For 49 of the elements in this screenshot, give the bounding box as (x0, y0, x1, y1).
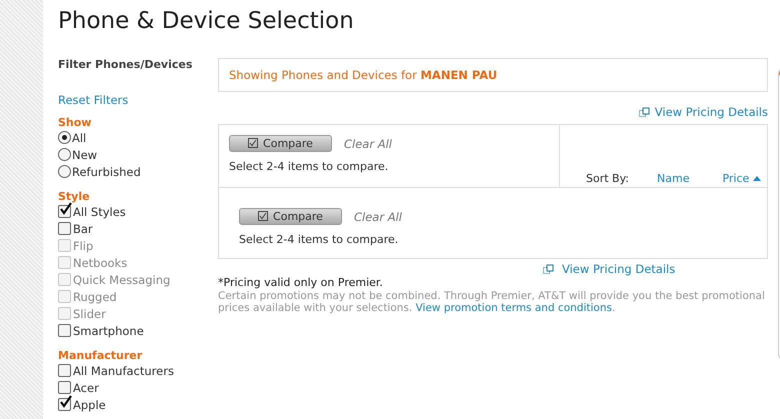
filter-option-label: Refurbished (72, 164, 141, 178)
popup-icon (543, 264, 554, 274)
sort-label: Sort By: (586, 172, 630, 185)
popup-icon (638, 106, 650, 118)
filter-option-label: Bar (73, 222, 93, 236)
promotion-terms-link[interactable]: View promotion terms and conditions (416, 302, 612, 314)
filter-option-label: All (72, 130, 86, 144)
page-title: Phone & Device Selection (58, 8, 355, 36)
filter-option-label: New (72, 148, 98, 162)
view-pricing-link[interactable]: View Pricing Details (562, 262, 676, 276)
compare-hint: Select 2-4 items to compare. (229, 160, 390, 173)
checkbox[interactable] (58, 205, 71, 218)
checkbox[interactable] (58, 381, 71, 394)
pricing-note: *Pricing valid only on Premier. (218, 276, 384, 289)
filter-group-title: Manufacturer (58, 349, 144, 362)
compare-button[interactable]: Compare (229, 135, 332, 152)
sort-ascending-icon (753, 176, 762, 181)
radio-button[interactable] (58, 165, 71, 178)
sort-option[interactable]: Price (722, 172, 762, 185)
view-pricing-link[interactable]: View Pricing Details (654, 105, 768, 119)
filter-heading: Filter Phones/Devices (58, 58, 194, 71)
compare-button[interactable]: Compare (239, 208, 342, 225)
checkbox[interactable] (58, 364, 71, 377)
radio-button[interactable] (58, 148, 71, 161)
clear-all-link[interactable]: Clear All (354, 210, 402, 224)
checkbox-icon (248, 138, 258, 148)
checkbox[interactable] (58, 222, 71, 235)
filter-group-title: Show (58, 116, 92, 129)
customer-banner: Showing Phones and Devices for MANEN PAU (218, 58, 768, 92)
filter-option-label: Quick Messaging (73, 272, 170, 286)
compare-hint: Select 2-4 items to compare. (239, 233, 400, 246)
radio-button[interactable] (58, 131, 71, 144)
filter-option-label: Netbooks (73, 256, 128, 270)
sort-option[interactable]: Name (657, 172, 690, 185)
filter-group-title: Style (58, 190, 91, 203)
checkbox[interactable] (58, 398, 71, 411)
promotion-text: Certain promotions may not be combined. Through Premier, AT&T will provide you the best promotional prices available with your selections. View promotion terms and conditions. (218, 290, 766, 314)
filter-option-label: All Styles (73, 204, 126, 218)
checkbox[interactable] (58, 324, 71, 337)
checkbox-icon (258, 211, 268, 221)
filter-option-label: Rugged (73, 290, 117, 304)
filter-option-label: Acer (73, 380, 99, 394)
filter-option-label: Flip (73, 238, 94, 252)
reset-filters-link[interactable]: Reset Filters (58, 93, 128, 107)
filter-option-label: Smartphone (73, 324, 144, 338)
clear-all-link[interactable]: Clear All (344, 136, 392, 150)
filter-option-label: Apple (73, 398, 106, 412)
filter-option-label: All Manufacturers (73, 364, 174, 378)
filter-option-label: Slider (73, 306, 106, 320)
